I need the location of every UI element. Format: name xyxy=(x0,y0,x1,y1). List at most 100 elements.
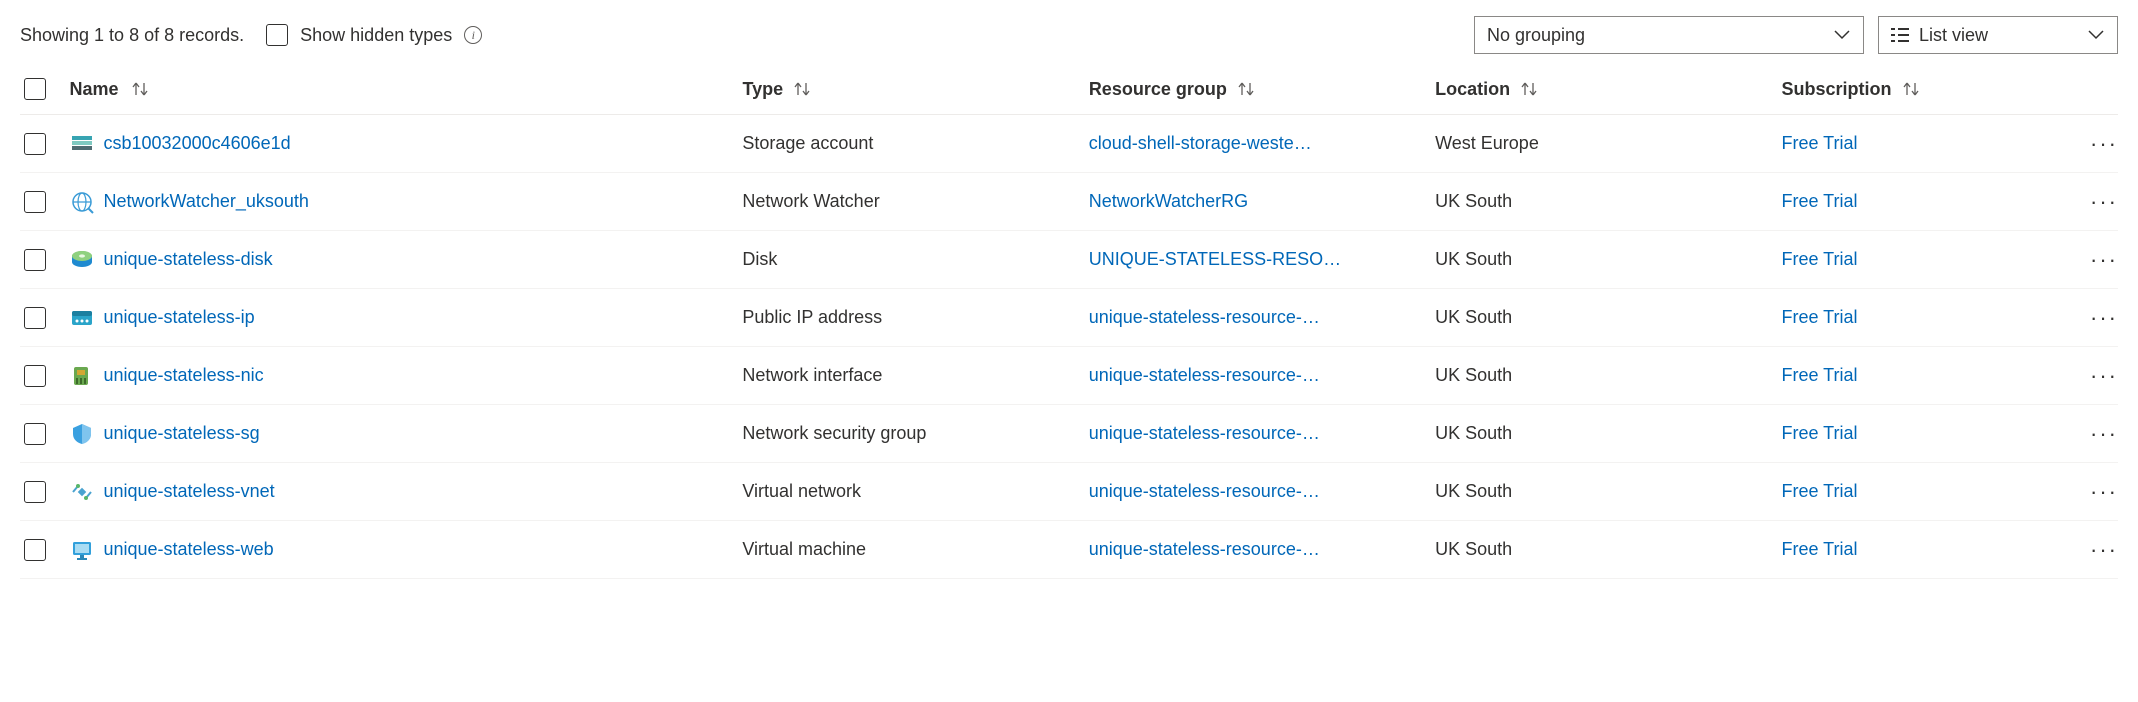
resource-location-text: West Europe xyxy=(1435,133,1539,154)
col-header-resource-group[interactable]: Resource group xyxy=(1089,79,1435,100)
subscription-link[interactable]: Free Trial xyxy=(1782,423,1858,444)
view-selected-label: List view xyxy=(1919,25,1988,46)
resource-type-text: Storage account xyxy=(742,133,873,154)
resource-name-link[interactable]: unique-stateless-web xyxy=(104,539,274,560)
show-hidden-checkbox[interactable] xyxy=(266,24,288,46)
nsg-icon xyxy=(70,422,94,446)
col-header-subscription[interactable]: Subscription xyxy=(1782,79,2079,100)
table-row: unique-stateless-web Virtual machine uni… xyxy=(20,521,2118,579)
resource-location-text: UK South xyxy=(1435,539,1512,560)
storage-account-icon xyxy=(70,132,94,156)
view-mode-dropdown[interactable]: List view xyxy=(1878,16,2118,54)
row-checkbox[interactable] xyxy=(24,191,46,213)
table-row: unique-stateless-vnet Virtual network un… xyxy=(20,463,2118,521)
toolbar-right: No grouping List view xyxy=(1474,16,2118,54)
row-actions-button[interactable]: ··· xyxy=(2090,479,2118,504)
resource-group-link[interactable]: unique-stateless-resource-… xyxy=(1089,539,1320,560)
record-count-text: Showing 1 to 8 of 8 records. xyxy=(20,25,244,46)
subscription-link[interactable]: Free Trial xyxy=(1782,191,1858,212)
resource-location-text: UK South xyxy=(1435,481,1512,502)
disk-icon xyxy=(70,248,94,272)
row-actions-button[interactable]: ··· xyxy=(2090,131,2118,156)
row-actions-button[interactable]: ··· xyxy=(2090,305,2118,330)
resource-location-text: UK South xyxy=(1435,307,1512,328)
sort-icon xyxy=(1520,80,1538,98)
resource-type-text: Network security group xyxy=(742,423,926,444)
table-row: unique-stateless-nic Network interface u… xyxy=(20,347,2118,405)
row-checkbox[interactable] xyxy=(24,365,46,387)
resource-group-link[interactable]: unique-stateless-resource-… xyxy=(1089,481,1320,502)
row-actions-button[interactable]: ··· xyxy=(2090,421,2118,446)
col-header-sub-label: Subscription xyxy=(1782,79,1892,100)
resource-type-text: Virtual network xyxy=(742,481,861,502)
row-actions-button[interactable]: ··· xyxy=(2090,189,2118,214)
resource-group-link[interactable]: cloud-shell-storage-weste… xyxy=(1089,133,1312,154)
resource-group-link[interactable]: unique-stateless-resource-… xyxy=(1089,365,1320,386)
network-watcher-icon xyxy=(70,190,94,214)
row-checkbox[interactable] xyxy=(24,539,46,561)
subscription-link[interactable]: Free Trial xyxy=(1782,133,1858,154)
resource-name-link[interactable]: unique-stateless-disk xyxy=(104,249,273,270)
resource-location-text: UK South xyxy=(1435,423,1512,444)
resource-group-link[interactable]: unique-stateless-resource-… xyxy=(1089,423,1320,444)
chevron-down-icon xyxy=(1833,26,1851,44)
resource-name-link[interactable]: unique-stateless-sg xyxy=(104,423,260,444)
row-actions-button[interactable]: ··· xyxy=(2090,537,2118,562)
resource-name-link[interactable]: unique-stateless-vnet xyxy=(104,481,275,502)
col-header-location[interactable]: Location xyxy=(1435,79,1781,100)
table-row: unique-stateless-disk Disk UNIQUE-STATEL… xyxy=(20,231,2118,289)
resources-table: Name Type Resource group Location Subscr… xyxy=(20,68,2118,579)
col-header-rg-label: Resource group xyxy=(1089,79,1227,100)
col-header-loc-label: Location xyxy=(1435,79,1510,100)
select-all-cell xyxy=(20,78,70,100)
resource-location-text: UK South xyxy=(1435,191,1512,212)
subscription-link[interactable]: Free Trial xyxy=(1782,481,1858,502)
resource-name-link[interactable]: unique-stateless-ip xyxy=(104,307,255,328)
resource-type-text: Network Watcher xyxy=(742,191,879,212)
subscription-link[interactable]: Free Trial xyxy=(1782,249,1858,270)
table-row: unique-stateless-ip Public IP address un… xyxy=(20,289,2118,347)
toolbar-left: Showing 1 to 8 of 8 records. Show hidden… xyxy=(20,24,482,46)
sort-icon xyxy=(793,80,811,98)
resource-group-link[interactable]: NetworkWatcherRG xyxy=(1089,191,1248,212)
show-hidden-types-toggle[interactable]: Show hidden types i xyxy=(266,24,482,46)
resource-type-text: Public IP address xyxy=(742,307,882,328)
row-actions-button[interactable]: ··· xyxy=(2090,363,2118,388)
row-checkbox[interactable] xyxy=(24,249,46,271)
resource-type-text: Virtual machine xyxy=(742,539,866,560)
grouping-dropdown[interactable]: No grouping xyxy=(1474,16,1864,54)
public-ip-icon xyxy=(70,306,94,330)
vnet-icon xyxy=(70,480,94,504)
resource-name-link[interactable]: csb10032000c4606e1d xyxy=(104,133,291,154)
info-icon[interactable]: i xyxy=(464,26,482,44)
subscription-link[interactable]: Free Trial xyxy=(1782,365,1858,386)
col-header-name-label: Name xyxy=(70,79,119,100)
show-hidden-label: Show hidden types xyxy=(300,25,452,46)
resource-location-text: UK South xyxy=(1435,365,1512,386)
resource-name-link[interactable]: NetworkWatcher_uksouth xyxy=(104,191,309,212)
subscription-link[interactable]: Free Trial xyxy=(1782,539,1858,560)
row-checkbox[interactable] xyxy=(24,423,46,445)
row-checkbox[interactable] xyxy=(24,133,46,155)
vm-icon xyxy=(70,538,94,562)
table-row: NetworkWatcher_uksouth Network Watcher N… xyxy=(20,173,2118,231)
col-header-name[interactable]: Name xyxy=(70,79,743,100)
select-all-checkbox[interactable] xyxy=(24,78,46,100)
resource-type-text: Disk xyxy=(742,249,777,270)
row-checkbox[interactable] xyxy=(24,307,46,329)
resource-name-link[interactable]: unique-stateless-nic xyxy=(104,365,264,386)
table-row: csb10032000c4606e1d Storage account clou… xyxy=(20,115,2118,173)
chevron-down-icon xyxy=(2087,26,2105,44)
resource-group-link[interactable]: unique-stateless-resource-… xyxy=(1089,307,1320,328)
grouping-selected-label: No grouping xyxy=(1487,25,1585,46)
resource-group-link[interactable]: UNIQUE-STATELESS-RESO… xyxy=(1089,249,1341,270)
row-checkbox[interactable] xyxy=(24,481,46,503)
table-row: unique-stateless-sg Network security gro… xyxy=(20,405,2118,463)
col-header-type[interactable]: Type xyxy=(742,79,1088,100)
resource-location-text: UK South xyxy=(1435,249,1512,270)
sort-icon xyxy=(131,80,149,98)
table-header-row: Name Type Resource group Location Subscr… xyxy=(20,68,2118,115)
subscription-link[interactable]: Free Trial xyxy=(1782,307,1858,328)
row-actions-button[interactable]: ··· xyxy=(2090,247,2118,272)
nic-icon xyxy=(70,364,94,388)
